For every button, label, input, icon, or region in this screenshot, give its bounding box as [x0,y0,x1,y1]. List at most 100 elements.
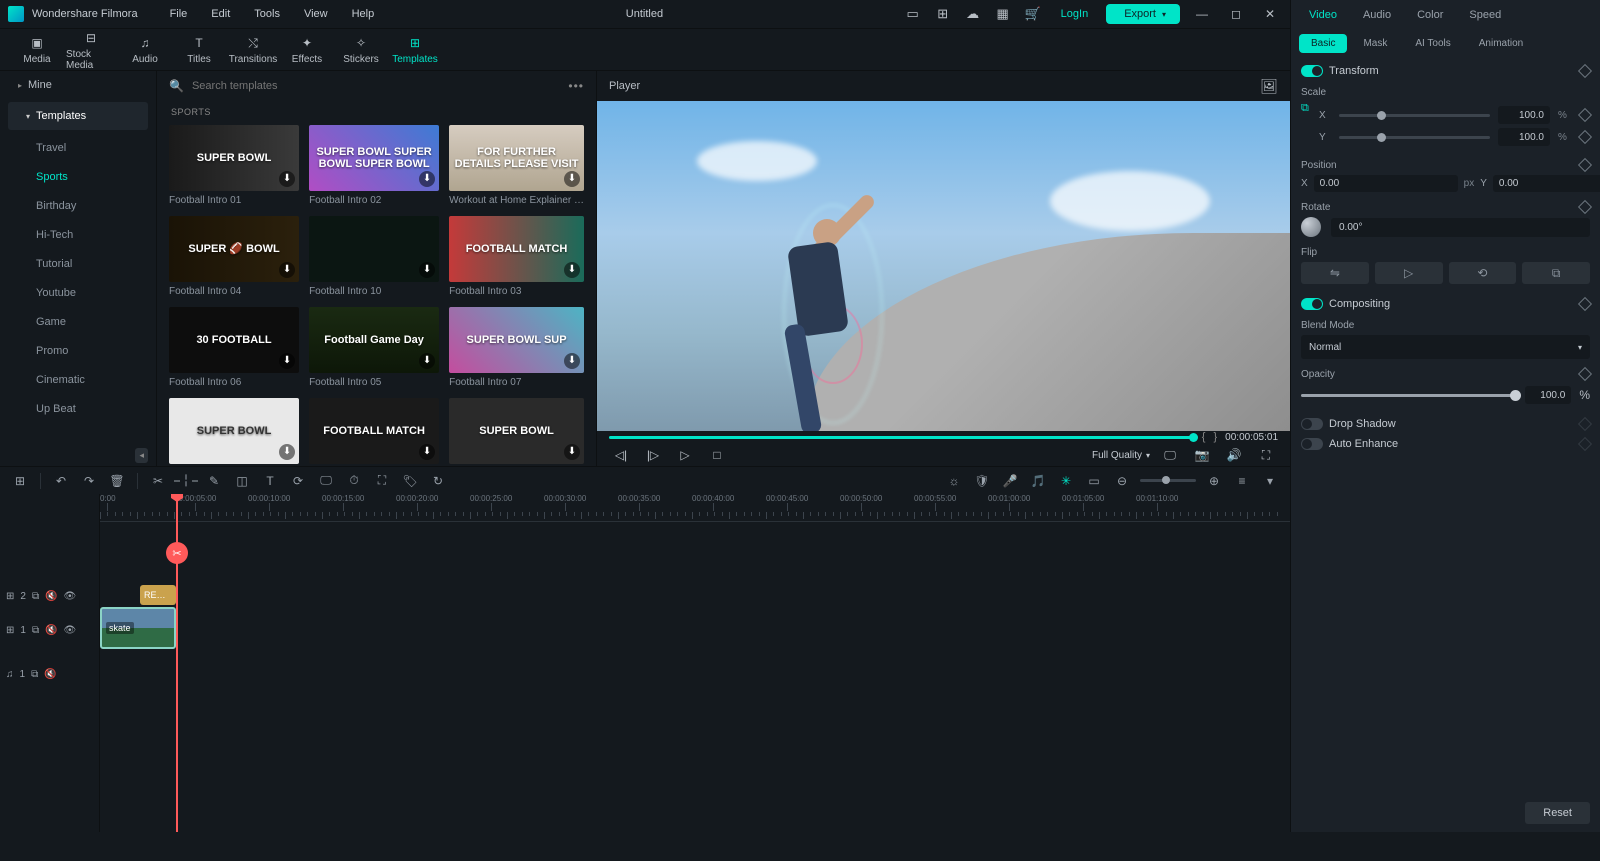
download-icon[interactable]: ⬇ [564,262,580,278]
keyframe-icon[interactable] [1578,297,1592,311]
rp-tab-color[interactable]: Color [1407,5,1453,25]
rp-sub-basic[interactable]: Basic [1299,34,1347,53]
volume-icon[interactable]: 🔊 [1222,443,1246,467]
tab-transitions[interactable]: ⤭Transitions [226,34,280,65]
download-icon[interactable]: ⬇ [279,353,295,369]
download-icon[interactable]: ⬇ [419,262,435,278]
brightness-icon[interactable]: ☼ [942,470,966,492]
mute-icon[interactable]: 🔇 [45,591,57,602]
zoom-out-icon[interactable]: ⊖ [1110,470,1134,492]
shield-icon[interactable]: 🛡 [970,470,994,492]
rp-sub-animation[interactable]: Animation [1467,34,1535,53]
template-thumb[interactable]: 30 FOOTBALL⬇Football Intro 06 [169,307,299,388]
download-icon[interactable]: ⬇ [564,444,580,460]
fullscreen-icon[interactable]: ⛶ [1254,443,1278,467]
snapshot-icon[interactable]: ⊞ [933,4,953,24]
menu-view[interactable]: View [292,8,340,20]
download-icon[interactable]: ⬇ [564,353,580,369]
download-icon[interactable]: ⬇ [419,444,435,460]
pos-y-input[interactable] [1493,175,1600,192]
scale-x-value[interactable]: 100.0 [1498,106,1550,124]
nav-sub-tutorial[interactable]: Tutorial [0,249,156,278]
magic-icon[interactable]: ✳ [1054,470,1078,492]
scrub-bar[interactable] [609,436,1194,439]
minimize-button[interactable]: — [1190,7,1214,21]
mute-icon[interactable]: 🔇 [45,625,57,636]
menu-tools[interactable]: Tools [242,8,292,20]
nav-templates[interactable]: Templates [8,102,148,130]
cut-marker[interactable]: ✂ [166,542,188,564]
scale-y-slider[interactable] [1339,136,1490,139]
template-thumb[interactable]: SUPER BOWL SUPER BOWL SUPER BOWL⬇Footbal… [309,125,439,206]
crop-icon[interactable]: ◫ [230,470,254,492]
tab-templates[interactable]: ⊞Templates [388,34,442,65]
quality-select[interactable]: Full Quality▾ [1092,450,1150,461]
download-icon[interactable]: ⬇ [564,171,580,187]
grid-icon[interactable]: ⊞ [8,470,32,492]
mark-icon[interactable]: ✎ [202,470,226,492]
zoom-in-icon[interactable]: ⊕ [1202,470,1226,492]
close-button[interactable]: ✕ [1258,7,1282,21]
pos-x-input[interactable] [1314,175,1458,192]
rp-sub-aitools[interactable]: AI Tools [1403,34,1462,53]
template-thumb[interactable]: ⬇Football Intro 10 [309,216,439,297]
keyframe-icon[interactable] [1578,108,1592,122]
copy-icon[interactable]: ⧉ [32,591,39,602]
step-back-icon[interactable]: ◁| [609,443,633,467]
zoom-slider[interactable] [1140,479,1196,482]
opacity-value[interactable]: 100.0 [1525,386,1571,404]
blend-select[interactable]: Normal▾ [1301,335,1590,359]
copy-icon[interactable]: ⧉ [31,669,38,680]
aspect-icon[interactable]: ▭ [1082,470,1106,492]
mic-icon[interactable]: 🎤 [998,470,1022,492]
rp-tab-audio[interactable]: Audio [1353,5,1401,25]
frame-back-icon[interactable]: |▷ [641,443,665,467]
scale-y-value[interactable]: 100.0 [1498,128,1550,146]
tab-stickers[interactable]: ✧Stickers [334,34,388,65]
download-icon[interactable]: ⬇ [419,171,435,187]
mark-in-icon[interactable]: { [1202,431,1206,443]
mark-out-icon[interactable]: } [1213,431,1217,443]
keyframe-icon[interactable] [1578,417,1592,431]
track-head-title[interactable]: ⊞2 ⧉ 🔇 👁 [0,584,99,608]
transform-toggle[interactable] [1301,65,1323,77]
stop-icon[interactable]: □ [705,443,729,467]
scissors-icon[interactable]: ✂ [146,470,170,492]
tag-icon[interactable]: 🏷 [398,470,422,492]
menu-file[interactable]: File [158,8,200,20]
maximize-button[interactable]: ◻ [1224,7,1248,21]
title-clip[interactable]: RE… [140,585,176,605]
template-thumb[interactable]: SUPER BOWL⬇ [169,398,299,466]
compositing-toggle[interactable] [1301,298,1323,310]
keyframe-icon[interactable] [1578,158,1592,172]
dropshadow-toggle[interactable] [1301,418,1323,430]
template-thumb[interactable]: SUPER BOWL SUP⬇Football Intro 07 [449,307,584,388]
template-thumb[interactable]: SUPER 🏈 BOWL⬇Football Intro 04 [169,216,299,297]
list-icon[interactable]: ≡ [1230,470,1254,492]
nav-sub-sports[interactable]: Sports [0,162,156,191]
delete-icon[interactable]: 🗑 [105,470,129,492]
expand-icon[interactable]: ▾ [1258,470,1282,492]
tab-media[interactable]: ▣Media [10,34,64,65]
keyframe-icon[interactable] [1578,64,1592,78]
copy-icon[interactable]: ⧉ [32,625,39,636]
login-button[interactable]: LogIn [1053,8,1097,20]
download-icon[interactable]: ⬇ [419,353,435,369]
record-icon[interactable]: 🖵 [314,470,338,492]
camera-icon[interactable]: 📷 [1190,443,1214,467]
mute-icon[interactable]: 🔇 [44,669,56,680]
autoenhance-toggle[interactable] [1301,438,1323,450]
apps-icon[interactable]: ▦ [993,4,1013,24]
video-clip[interactable]: skate [100,607,176,649]
undo-icon[interactable]: ↶ [49,470,73,492]
music-icon[interactable]: 🎵 [1026,470,1050,492]
nav-mine[interactable]: Mine [0,71,156,99]
keyframe-icon[interactable] [1578,130,1592,144]
nav-sub-travel[interactable]: Travel [0,133,156,162]
track-head-audio[interactable]: ♫1 ⧉ 🔇 [0,652,99,696]
template-thumb[interactable]: FOR FURTHER DETAILS PLEASE VISIT⬇Workout… [449,125,584,206]
opacity-slider[interactable] [1301,394,1517,397]
layout-icon[interactable]: ▭ [903,4,923,24]
more-icon[interactable]: ••• [568,79,584,93]
tab-audio[interactable]: ♫Audio [118,34,172,65]
